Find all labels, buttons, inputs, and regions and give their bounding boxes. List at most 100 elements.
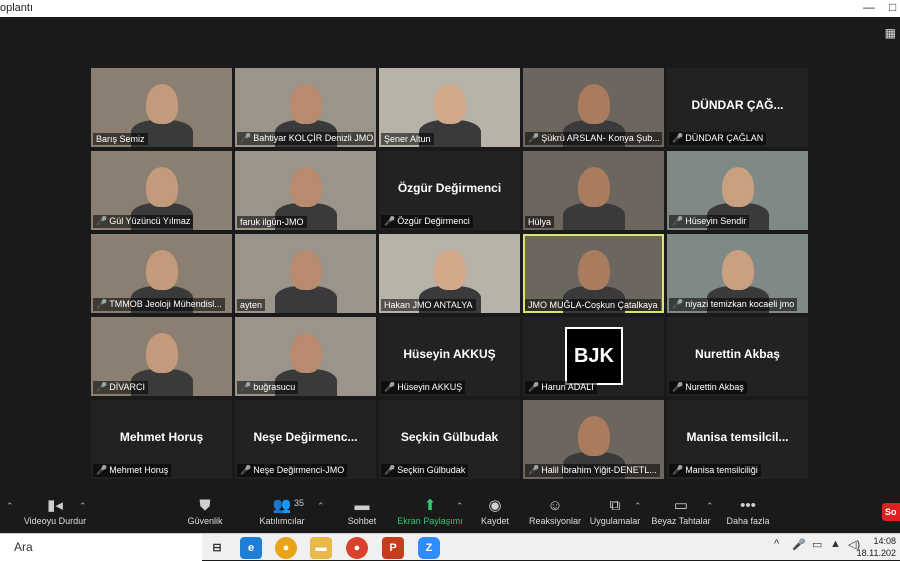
- participant-video-face: [290, 84, 322, 124]
- participant-name: Barış Semiz: [96, 134, 145, 144]
- participant-name: faruk ilgün-JMO: [240, 217, 304, 227]
- end-meeting-button[interactable]: So: [882, 503, 900, 521]
- participant-name: TMMOB Jeoloji Mühendisl...: [109, 299, 222, 309]
- participant-name-label: 🎤 Gül Yüzüncü Yılmaz: [93, 215, 194, 228]
- participant-tile[interactable]: faruk ilgün-JMO: [235, 151, 376, 230]
- muted-mic-icon: 🎤: [528, 133, 540, 143]
- participant-tile[interactable]: 🎤 buğrasucu: [235, 317, 376, 396]
- microphone-tray-icon[interactable]: 🎤: [792, 538, 806, 551]
- participant-tile[interactable]: Manisa temsilcil... 🎤 Manisa temsilciliği: [667, 400, 808, 479]
- participant-name-label: 🎤 Mehmet Horuş: [93, 464, 172, 477]
- participant-tile[interactable]: Özgür Değirmenci 🎤 Özgür Değirmenci: [379, 151, 520, 230]
- muted-mic-icon: 🎤: [672, 465, 684, 475]
- muted-mic-icon: 🎤: [672, 133, 684, 143]
- participant-name-label: 🎤 niyazi temizkan kocaeli jmo: [669, 298, 798, 311]
- participant-name-label: ayten: [237, 299, 266, 311]
- participant-tile[interactable]: Barış Semiz: [91, 68, 232, 147]
- more-button[interactable]: ••• Daha fazla: [703, 496, 793, 526]
- participant-video-face: [578, 84, 610, 124]
- participant-video-face: [434, 84, 466, 124]
- video-caret-icon[interactable]: ⌃: [79, 501, 87, 512]
- participant-tile[interactable]: Hülya: [523, 151, 664, 230]
- participant-tile[interactable]: 🎤 Gül Yüzüncü Yılmaz: [91, 151, 232, 230]
- task-view-icon[interactable]: ⊟: [206, 537, 228, 559]
- powerpoint-icon[interactable]: P: [382, 537, 404, 559]
- participant-name-label: faruk ilgün-JMO: [237, 216, 307, 228]
- participant-name: Manisa temsilciliği: [685, 465, 758, 475]
- chrome-icon[interactable]: ●: [275, 537, 297, 559]
- participants-icon: 👥: [272, 497, 292, 514]
- participant-name: Nurettin Akbaş: [685, 382, 744, 392]
- zoom-icon[interactable]: Z: [418, 537, 440, 559]
- participant-video-body: [275, 286, 337, 313]
- participant-tile[interactable]: 🎤 Hüseyin Sendir: [667, 151, 808, 230]
- muted-mic-icon: 🎤: [384, 216, 396, 226]
- minimize-button[interactable]: —: [863, 0, 875, 14]
- participant-tile[interactable]: BJK 🎤 Harun ADALI: [523, 317, 664, 396]
- muted-mic-icon: 🎤: [528, 465, 540, 475]
- participant-display-name: DÜNDAR ÇAĞ...: [691, 98, 784, 112]
- participant-tile[interactable]: Şener Altun: [379, 68, 520, 147]
- participant-name: Şener Altun: [384, 134, 431, 144]
- participant-tile[interactable]: Hakan JMO ANTALYA: [379, 234, 520, 313]
- participant-name-label: 🎤 DİVARCI: [93, 381, 149, 394]
- participant-name-label: JMO MUĞLA-Coşkun Çatalkaya: [525, 299, 661, 311]
- participant-tile[interactable]: Mehmet Horuş 🎤 Mehmet Horuş: [91, 400, 232, 479]
- participant-tile[interactable]: 🎤 Halil İbrahim Yiğit-DENETL...: [523, 400, 664, 479]
- participant-video-face: [146, 84, 178, 124]
- battery-icon[interactable]: ▭: [812, 538, 822, 551]
- title-bar: oplantı — □: [0, 0, 900, 17]
- chrome-icon-2[interactable]: ●: [346, 537, 368, 559]
- participant-video-face: [146, 250, 178, 290]
- participant-name: Hüseyin Sendir: [685, 216, 747, 226]
- muted-mic-icon: 🎤: [528, 382, 540, 392]
- participant-tile[interactable]: DÜNDAR ÇAĞ... 🎤 DÜNDAR ÇAĞLAN: [667, 68, 808, 147]
- participant-tile[interactable]: Nurettin Akbaş 🎤 Nurettin Akbaş: [667, 317, 808, 396]
- participant-name-label: 🎤 buğrasucu: [237, 381, 299, 394]
- participant-tile[interactable]: 🎤 niyazi temizkan kocaeli jmo: [667, 234, 808, 313]
- participant-tile[interactable]: Hüseyin AKKUŞ 🎤 Hüseyin AKKUŞ: [379, 317, 520, 396]
- participant-name-label: Şener Altun: [381, 133, 434, 145]
- tray-chevron-icon[interactable]: ^: [774, 538, 779, 550]
- participant-tile[interactable]: JMO MUĞLA-Coşkun Çatalkaya: [523, 234, 664, 313]
- participant-tile[interactable]: 🎤 Bahtiyar KOLÇİR Denizli JMO: [235, 68, 376, 147]
- profile-logo: BJK: [565, 327, 623, 385]
- participant-name-label: 🎤 Bahtiyar KOLÇİR Denizli JMO: [237, 132, 374, 145]
- participant-name: Özgür Değirmenci: [397, 216, 470, 226]
- participant-name-label: 🎤 DÜNDAR ÇAĞLAN: [669, 132, 767, 145]
- participant-name-label: 🎤 Neşe Değirmenci-JMO: [237, 464, 348, 477]
- participant-name-label: 🎤 Hüseyin AKKUŞ: [381, 381, 466, 394]
- maximize-button[interactable]: □: [889, 0, 896, 14]
- participant-video-face: [722, 250, 754, 290]
- muted-mic-icon: 🎤: [672, 216, 684, 226]
- participant-display-name: Neşe Değirmenc...: [253, 430, 358, 444]
- meeting-controls: ⌃ ▮◂ Videoyu Durdur ⌃ ⛊ Güvenlik 👥 35 Ka…: [0, 493, 900, 533]
- participant-video-face: [578, 416, 610, 456]
- participant-tile[interactable]: 🎤 DİVARCI: [91, 317, 232, 396]
- network-icon[interactable]: ▲: [830, 538, 841, 550]
- participant-tile[interactable]: Seçkin Gülbudak 🎤 Seçkin Gülbudak: [379, 400, 520, 479]
- muted-mic-icon: 🎤: [384, 465, 396, 475]
- participant-name: buğrasucu: [253, 382, 296, 392]
- participant-tile[interactable]: 🎤 Şükrü ARSLAN- Konya Şub...: [523, 68, 664, 147]
- participant-name: JMO MUĞLA-Coşkun Çatalkaya: [528, 300, 658, 310]
- participants-button[interactable]: 👥 35 Katılımcılar: [237, 496, 327, 526]
- muted-mic-icon: 🎤: [96, 216, 108, 226]
- participant-name: Hülya: [528, 217, 552, 227]
- participant-name: Halil İbrahim Yiğit-DENETL...: [541, 465, 657, 475]
- grid-view-icon[interactable]: ▦: [885, 26, 896, 40]
- edge-icon[interactable]: e: [240, 537, 262, 559]
- participant-display-name: Nurettin Akbaş: [695, 347, 780, 361]
- participant-tile[interactable]: 🎤 TMMOB Jeoloji Mühendisl...: [91, 234, 232, 313]
- participant-video-face: [578, 250, 610, 290]
- security-label: Güvenlik: [187, 516, 223, 526]
- participant-video-face: [578, 167, 610, 207]
- participant-tile[interactable]: ayten: [235, 234, 376, 313]
- participant-name-label: 🎤 Şükrü ARSLAN- Konya Şub...: [525, 132, 662, 145]
- participant-name: Şükrü ARSLAN- Konya Şub...: [541, 133, 660, 143]
- file-explorer-icon[interactable]: ▬: [310, 537, 332, 559]
- participant-video-face: [146, 333, 178, 373]
- clock[interactable]: 14:08 18.11.202: [857, 535, 896, 559]
- taskbar-search-box[interactable]: Ara: [0, 534, 202, 561]
- participant-tile[interactable]: Neşe Değirmenc... 🎤 Neşe Değirmenci-JMO: [235, 400, 376, 479]
